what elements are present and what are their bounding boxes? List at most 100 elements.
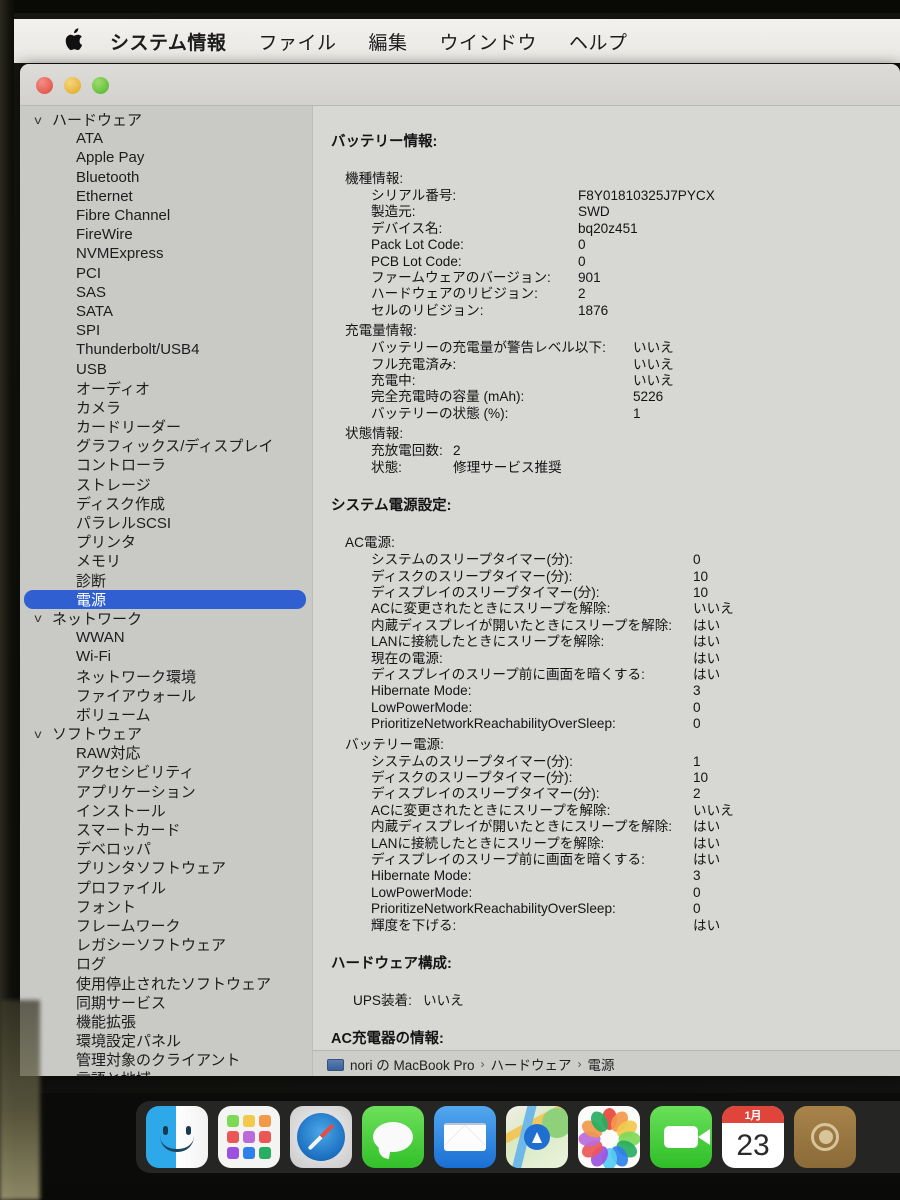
dock-item-calendar[interactable]: 1月 23 (722, 1106, 784, 1168)
sidebar-item-[interactable]: オーディオ (20, 379, 312, 398)
zoom-button[interactable] (92, 77, 109, 94)
battery-power-key: ACに変更されたときにスリープを解除: (371, 802, 611, 818)
sidebar-item-[interactable]: ネットワーク環境 (20, 666, 312, 686)
sidebar-item-[interactable]: ファイアウォール (20, 686, 312, 705)
apple-menu-icon[interactable] (64, 27, 86, 53)
menu-item-file[interactable]: ファイル (242, 28, 352, 55)
sidebar-item-[interactable]: コントローラ (20, 455, 312, 474)
menu-item-window[interactable]: ウインドウ (423, 28, 553, 55)
sidebar-item-[interactable]: 同期サービス (20, 993, 312, 1012)
dock-item-photos[interactable] (578, 1106, 640, 1168)
laptop-icon (327, 1058, 344, 1071)
sidebar-item-label: USB (76, 360, 107, 378)
sidebar-item-apple-pay[interactable]: Apple Pay (20, 148, 312, 167)
hardware-config-rows: UPS装着: いいえ (331, 989, 888, 1009)
window-titlebar[interactable] (20, 64, 900, 106)
sidebar-group-0[interactable]: v ハードウェア (20, 110, 312, 129)
sidebar-item-[interactable]: カードリーダー (20, 417, 312, 436)
sidebar-group-2[interactable]: v ソフトウェア (20, 724, 312, 743)
sidebar-item-[interactable]: プロファイル (20, 878, 312, 897)
close-button[interactable] (36, 77, 53, 94)
sidebar-item-ata[interactable]: ATA (20, 129, 312, 148)
dock-item-mail[interactable] (434, 1106, 496, 1168)
breadcrumb-part-device[interactable]: nori の MacBook Pro (350, 1054, 475, 1074)
sidebar-item-pci[interactable]: PCI (20, 264, 312, 283)
sidebar-item-[interactable]: フレームワーク (20, 916, 312, 935)
sidebar-item-[interactable]: グラフィックス/ディスプレイ (20, 436, 312, 455)
sidebar-item-[interactable]: アプリケーション (20, 782, 312, 801)
model-info-row: デバイス名: bq20z451 (371, 221, 888, 237)
chevron-down-icon[interactable]: v (34, 113, 53, 127)
chevron-down-icon[interactable]: v (34, 611, 53, 625)
battery-power-key: ディスプレイのスリープタイマー(分): (371, 786, 600, 802)
sidebar-item-[interactable]: ストレージ (20, 475, 312, 494)
sidebar-item-wi-fi[interactable]: Wi-Fi (20, 647, 312, 666)
sidebar-item-firewire[interactable]: FireWire (20, 225, 312, 244)
dock-item-maps[interactable] (506, 1106, 568, 1168)
charge-info-row: バッテリーの状態 (%): 1 (371, 406, 888, 422)
sidebar-item-[interactable]: 管理対象のクライアント (20, 1050, 312, 1069)
breadcrumb-part-power[interactable]: 電源 (588, 1054, 615, 1074)
charge-info-value: 1 (633, 405, 641, 421)
sidebar-item-[interactable]: 診断 (20, 571, 312, 590)
sidebar-item-thunderbolt-usb4[interactable]: Thunderbolt/USB4 (20, 340, 312, 359)
sidebar-item-[interactable]: 機能拡張 (20, 1012, 312, 1031)
charge-info-row: フル充電済み: いいえ (371, 357, 888, 373)
sidebar-item-sata[interactable]: SATA (20, 302, 312, 321)
dock-item-facetime[interactable] (650, 1106, 712, 1168)
sidebar-item-[interactable]: 環境設定パネル (20, 1031, 312, 1050)
sidebar-item-label: SPI (76, 322, 101, 340)
model-info-row: 製造元: SWD (371, 204, 888, 220)
dock-item-messages[interactable] (362, 1106, 424, 1168)
sidebar-item-label: ATA (76, 130, 103, 148)
health-info-key: 状態: (371, 459, 402, 475)
sidebar-item-scsi[interactable]: パラレルSCSI (20, 513, 312, 532)
sidebar-item-label: オーディオ (76, 380, 150, 398)
menu-item-edit[interactable]: 編集 (352, 28, 423, 55)
sidebar-item-[interactable]: 電源 (24, 589, 306, 609)
sidebar-item-usb[interactable]: USB (20, 359, 312, 378)
sidebar-item-[interactable]: ログ (20, 954, 312, 973)
sidebar-item-[interactable]: カメラ (20, 398, 312, 417)
sidebar-item-wwan[interactable]: WWAN (20, 628, 312, 647)
sidebar-item-[interactable]: プリンタソフトウェア (20, 858, 312, 877)
sidebar-item-label: ファイアウォール (76, 687, 197, 705)
sidebar-item-bluetooth[interactable]: Bluetooth (20, 168, 312, 187)
dock-item-safari[interactable] (290, 1106, 352, 1168)
menu-item-help[interactable]: ヘルプ (553, 28, 644, 55)
sidebar[interactable]: v ハードウェア ATA Apple Pay Bluetooth Ethernet Fibr… (20, 106, 312, 1076)
sidebar-item-spi[interactable]: SPI (20, 321, 312, 340)
sidebar-item-label: カードリーダー (76, 419, 182, 437)
dock[interactable]: 1月 23 (136, 1101, 900, 1173)
sidebar-item-nvmexpress[interactable]: NVMExpress (20, 244, 312, 263)
sidebar-item-[interactable]: スマートカード (20, 820, 312, 839)
sidebar-item-ethernet[interactable]: Ethernet (20, 187, 312, 206)
sidebar-item-[interactable]: 使用停止されたソフトウェア (20, 973, 312, 993)
model-info-key: ハードウェアのリビジョン: (371, 286, 538, 302)
sidebar-item-[interactable]: 言語と地域 (20, 1069, 312, 1076)
sidebar-item-sas[interactable]: SAS (20, 283, 312, 302)
sidebar-item-[interactable]: ディスク作成 (20, 494, 312, 513)
sidebar-item-[interactable]: レガシーソフトウェア (20, 935, 312, 954)
sidebar-item-[interactable]: メモリ (20, 551, 312, 570)
minimize-button[interactable] (64, 77, 81, 94)
breadcrumb-part-hardware[interactable]: ハードウェア (491, 1054, 572, 1074)
sidebar-item-[interactable]: デベロッパ (20, 839, 312, 858)
sidebar-item-[interactable]: インストール (20, 801, 312, 820)
sidebar-group-1[interactable]: v ネットワーク (20, 609, 312, 628)
sidebar-item-label: レガシーソフトウェア (76, 937, 227, 955)
sidebar-item-raw[interactable]: RAW対応 (20, 743, 312, 762)
dock-item-launchpad[interactable] (218, 1106, 280, 1168)
menu-item-system-information[interactable]: システム情報 (110, 28, 242, 55)
laptop-screen: システム情報 ファイル 編集 ウインドウ ヘルプ v ハードウェア ATA Apple… (14, 13, 900, 1093)
sidebar-item-fibre-channel[interactable]: Fibre Channel (20, 206, 312, 225)
chevron-down-icon[interactable]: v (34, 727, 53, 741)
sidebar-item-[interactable]: プリンタ (20, 532, 312, 551)
sidebar-item-label: Bluetooth (76, 168, 140, 186)
sidebar-item-[interactable]: フォント (20, 897, 312, 916)
sidebar-item-label: 電源 (76, 591, 107, 609)
dock-item-contacts[interactable] (794, 1106, 856, 1168)
sidebar-item-[interactable]: ボリューム (20, 705, 312, 724)
dock-item-finder[interactable] (146, 1106, 208, 1168)
sidebar-item-[interactable]: アクセシビリティ (20, 762, 312, 781)
